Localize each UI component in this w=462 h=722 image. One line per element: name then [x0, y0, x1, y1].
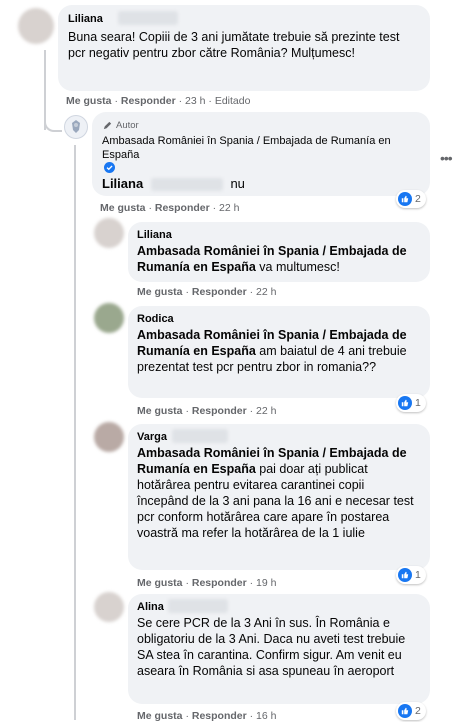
comment-text: Se cere PCR de la 3 Ani în sus. În Român… [137, 616, 406, 678]
coat-of-arms-icon [72, 120, 80, 133]
comment-text: Ambasada României în Spania / Embajada d… [137, 446, 414, 540]
redacted-name [168, 599, 228, 613]
timestamp[interactable]: 22 h [256, 405, 276, 417]
avatar[interactable] [18, 8, 54, 44]
comment-actions: Me gusta · Responder · 19 h [137, 577, 277, 589]
comment-actions: Me gusta · Responder · 22 h [100, 202, 240, 214]
comment-author[interactable]: Ambasada României în Spania / Embajada d… [102, 134, 422, 162]
comment-text: Ambasada României în Spania / Embajada d… [137, 244, 407, 274]
avatar[interactable] [94, 592, 124, 622]
reply-link[interactable]: Responder [192, 286, 247, 298]
reply-link[interactable]: Responder [121, 95, 176, 107]
redacted-name [118, 11, 178, 25]
reply-link[interactable]: Responder [155, 202, 210, 214]
like-link[interactable]: Me gusta [66, 95, 112, 107]
mention-link[interactable]: Liliana [102, 176, 143, 191]
comment-bubble: Rodica Ambasada României în Spania / Emb… [128, 306, 430, 398]
timestamp[interactable]: 19 h [256, 577, 276, 589]
redacted-name [172, 429, 228, 443]
comment-author[interactable]: Alina [137, 601, 164, 613]
reaction-count[interactable]: 1 [396, 394, 426, 412]
like-link[interactable]: Me gusta [100, 202, 146, 214]
reply-link[interactable]: Responder [192, 405, 247, 417]
reply-thread-line [74, 145, 76, 720]
author-badge: Autor [102, 120, 139, 131]
reaction-count[interactable]: 1 [396, 566, 426, 584]
comment-author[interactable]: Liliana [68, 13, 103, 25]
comment-actions: Me gusta · Responder · 16 h [137, 710, 277, 722]
like-link[interactable]: Me gusta [137, 286, 183, 298]
comment-author[interactable]: Varga [137, 431, 167, 443]
page-avatar[interactable] [64, 115, 88, 139]
like-link[interactable]: Me gusta [137, 710, 183, 722]
thread-connector [44, 108, 62, 132]
timestamp[interactable]: 22 h [256, 286, 276, 298]
avatar[interactable] [94, 422, 124, 452]
reply-link[interactable]: Responder [192, 577, 247, 589]
reaction-count[interactable]: 2 [396, 190, 426, 208]
more-options-icon[interactable]: ••• [440, 150, 453, 166]
like-reaction-icon [398, 568, 412, 582]
comment-text: Liliana nu [102, 176, 245, 192]
like-link[interactable]: Me gusta [137, 577, 183, 589]
comment-actions: Me gusta · Responder · 22 h [137, 286, 277, 298]
comment-author[interactable]: Liliana [137, 229, 172, 241]
pencil-icon [103, 121, 112, 130]
comment-bubble: Alina Se cere PCR de la 3 Ani în sus. În… [128, 594, 430, 704]
reaction-count[interactable]: 2 [396, 702, 426, 720]
comment-author[interactable]: Rodica [137, 313, 174, 325]
timestamp[interactable]: 23 h [185, 95, 205, 107]
like-reaction-icon [398, 704, 412, 718]
like-reaction-icon [398, 396, 412, 410]
edited-label: Editado [214, 95, 251, 107]
verified-icon [104, 162, 115, 173]
like-reaction-icon [398, 192, 412, 206]
reply-link[interactable]: Responder [192, 710, 247, 722]
timestamp[interactable]: 16 h [256, 710, 276, 722]
comment-bubble: Varga Ambasada României în Spania / Emba… [128, 424, 430, 570]
like-link[interactable]: Me gusta [137, 405, 183, 417]
comment-text: Ambasada României în Spania / Embajada d… [137, 328, 407, 374]
comment-bubble: Autor Ambasada României în Spania / Emba… [92, 112, 430, 196]
comment-text: Buna seara! Copiii de 3 ani jumătate tre… [68, 30, 400, 60]
redacted-name [150, 178, 223, 192]
timestamp[interactable]: 22 h [219, 202, 239, 214]
avatar[interactable] [94, 303, 124, 333]
comment-actions: Me gusta · Responder · 22 h [137, 405, 277, 417]
comment-bubble: Liliana Buna seara! Copiii de 3 ani jumă… [58, 5, 430, 91]
comment-bubble: Liliana Ambasada României în Spania / Em… [128, 222, 430, 282]
comment-actions: Me gusta · Responder · 23 h · Editado [66, 95, 251, 107]
avatar[interactable] [94, 218, 124, 248]
